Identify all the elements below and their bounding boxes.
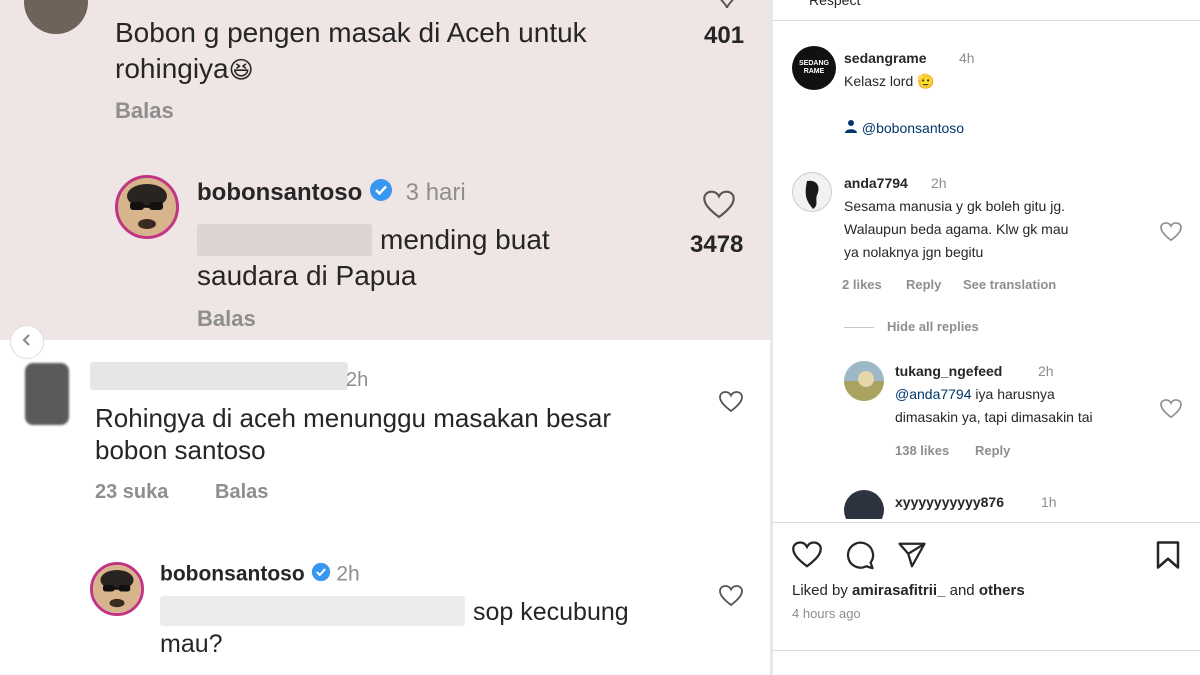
bookmark-icon[interactable]	[1155, 540, 1181, 575]
heart-icon[interactable]	[719, 391, 743, 418]
heart-icon[interactable]	[792, 541, 822, 574]
timestamp: 2h	[346, 369, 369, 391]
timestamp: 4h	[959, 50, 975, 66]
heart-icon[interactable]	[1160, 222, 1182, 247]
right-screenshot-panel: Respect SEDANG RAME sedangrame 4h Kelasz…	[773, 0, 1200, 675]
username[interactable]: anda7794	[844, 175, 908, 191]
reply-button[interactable]: Balas	[197, 306, 256, 332]
liked-by-others-link[interactable]: others	[979, 582, 1025, 599]
comment-text-line2: bobon santoso	[95, 435, 266, 465]
share-icon[interactable]	[897, 540, 927, 575]
blurred-username	[90, 362, 348, 390]
comment-text: Walaupun beda agama. Klw gk mau	[844, 221, 1069, 237]
reply-button[interactable]: Balas	[215, 481, 268, 504]
like-count: 3478	[690, 231, 744, 258]
reply-text: mending buat	[380, 224, 550, 255]
username[interactable]: tukang_ngefeed	[895, 363, 1002, 379]
divider	[773, 650, 1200, 651]
timestamp: 2h	[1038, 363, 1054, 379]
liked-by-text: Liked by amirasafitrii_ and others	[792, 582, 1025, 599]
reply-text-line2: mau?	[160, 630, 223, 658]
reply-button[interactable]: Balas	[115, 98, 174, 124]
reply-text-line2: saudara di Papua	[197, 260, 417, 291]
like-count[interactable]: 23 suka	[95, 481, 168, 504]
verified-icon	[311, 562, 331, 588]
heart-icon[interactable]	[703, 190, 735, 225]
username[interactable]: sedangrame	[844, 50, 926, 66]
comment-text: Bobon g pengen masak di Aceh untuk	[115, 17, 587, 48]
avatar-logo-text: RAME	[803, 68, 825, 75]
timestamp: 2h	[931, 175, 947, 191]
hide-replies-line	[844, 327, 874, 328]
timestamp: 1h	[1041, 494, 1057, 510]
divider	[773, 522, 1200, 523]
verified-icon	[369, 178, 393, 209]
avatar[interactable]	[792, 172, 832, 212]
reply-button[interactable]: Reply	[906, 277, 941, 292]
comment-text: ya nolaknya jgn begitu	[844, 244, 984, 260]
timestamp: 2h	[336, 562, 360, 586]
avatar[interactable]: SEDANG RAME	[792, 46, 836, 90]
comment-text: Sesama manusia y gk boleh gitu jg.	[844, 198, 1066, 214]
user-tag-icon	[844, 120, 862, 136]
username[interactable]: bobonsantoso	[160, 563, 305, 586]
comment-text-line2: rohingiya😆	[115, 53, 254, 84]
hide-replies-button[interactable]: Hide all replies	[887, 319, 979, 334]
blurred-mention	[197, 224, 372, 256]
blurred-mention	[160, 596, 465, 626]
user-tag[interactable]: @bobonsantoso	[844, 118, 964, 139]
comment-text: Rohingya di aceh menunggu masakan besar	[95, 403, 612, 433]
reply-text: sop kecubung	[473, 598, 629, 626]
username[interactable]: xyyyyyyyyyy876	[895, 494, 1004, 510]
reply-header: bobonsantoso 3 hari	[197, 178, 466, 209]
salute-emoji: 🫡	[917, 73, 935, 89]
scroll-left-button[interactable]	[10, 325, 44, 359]
like-count: 401	[704, 22, 745, 49]
post-timestamp: 4 hours ago	[792, 606, 861, 621]
mention-link[interactable]: @anda7794	[895, 386, 972, 402]
comment-icon[interactable]	[845, 540, 875, 575]
comment-text: dimasakin ya, tapi dimasakin tai	[895, 409, 1093, 425]
blurred-avatar[interactable]	[25, 363, 69, 425]
comment-text: @anda7794 iya harusnya	[895, 386, 1055, 402]
avatar[interactable]	[90, 562, 144, 616]
see-translation-button[interactable]: See translation	[963, 277, 1056, 292]
heart-icon[interactable]	[719, 585, 743, 612]
liked-by-user-link[interactable]: amirasafitrii_	[852, 582, 945, 599]
reply-button[interactable]: Reply	[975, 443, 1010, 458]
cut-off-text: Respect	[809, 0, 861, 8]
avatar-logo-text: SEDANG	[799, 60, 829, 67]
chevron-left-icon	[21, 333, 33, 352]
timestamp: 3 hari	[405, 178, 466, 206]
avatar[interactable]	[115, 175, 179, 239]
laughing-emoji: 😆	[228, 57, 254, 84]
like-count[interactable]: 138 likes	[895, 443, 949, 458]
avatar[interactable]	[844, 361, 884, 401]
divider	[773, 20, 1200, 21]
left-screenshot-panel: Bobon g pengen masak di Aceh untuk rohin…	[0, 0, 770, 675]
heart-icon[interactable]	[712, 0, 742, 15]
username[interactable]: bobonsantoso	[197, 179, 362, 206]
post-caption: Kelasz lord 🫡	[844, 73, 935, 89]
like-count[interactable]: 2 likes	[842, 277, 882, 292]
heart-icon[interactable]	[1160, 399, 1182, 424]
reply-header: bobonsantoso 2h	[160, 562, 360, 588]
